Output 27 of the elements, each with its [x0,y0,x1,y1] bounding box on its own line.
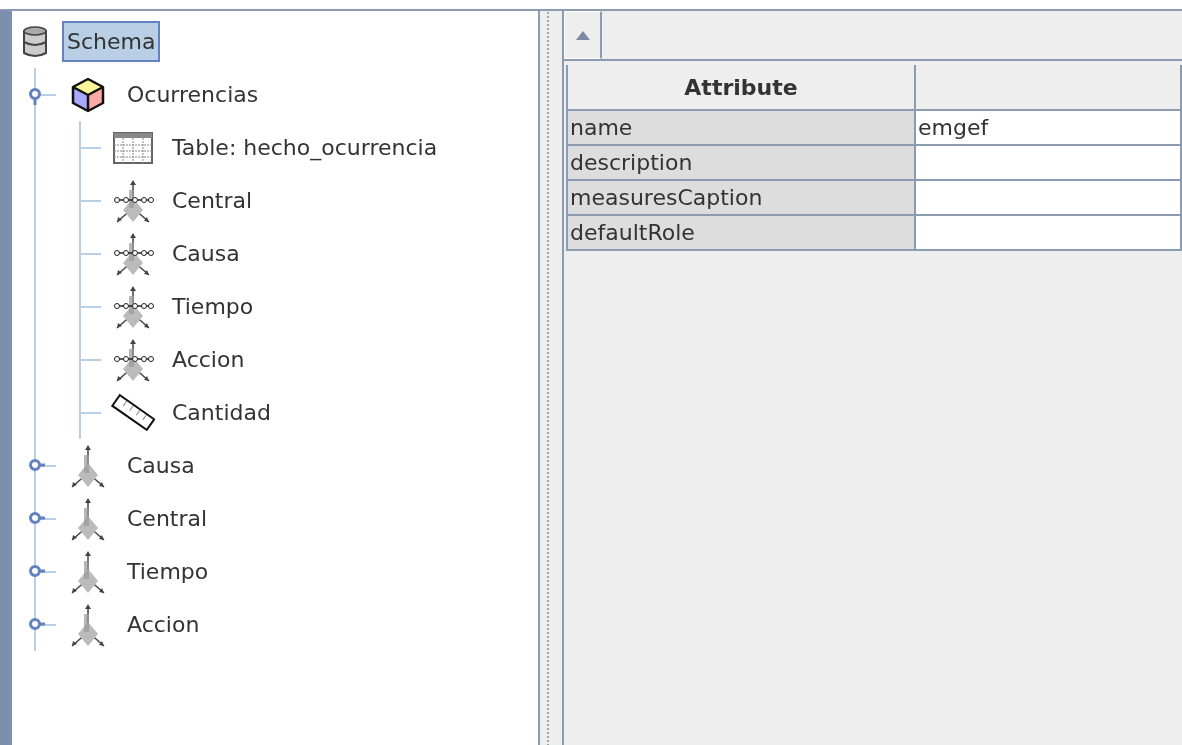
tree-node-label[interactable]: Central [122,498,213,539]
value-cell[interactable]: emgef [915,110,1181,145]
table-icon [113,131,153,164]
tree-node-label[interactable]: Accion [122,604,205,645]
collapse-button[interactable] [564,11,602,59]
attribute-cell: description [567,145,915,180]
tree-node-label[interactable]: Accion [167,339,250,380]
tree-node-label[interactable]: Tiempo [167,286,259,327]
tree-node-label[interactable]: Table: hecho_ocurrencia [167,127,443,168]
database-icon [22,24,48,59]
cube-icon [71,76,105,113]
value-cell[interactable] [915,180,1181,215]
up-triangle-icon [575,30,590,40]
tree-node-label[interactable]: Cantidad [167,392,276,433]
attribute-cell: measuresCaption [567,180,915,215]
attribute-cell: defaultRole [567,215,915,250]
value-cell[interactable] [915,145,1181,180]
tree-node-label[interactable]: Ocurrencias [122,74,264,115]
value-cell[interactable] [915,215,1181,250]
attribute-cell: name [567,110,915,145]
tree-node-label[interactable]: Schema [62,21,161,62]
tree-node-label[interactable]: Tiempo [122,551,214,592]
tree-node-label[interactable]: Causa [167,233,245,274]
tree-node-label[interactable]: Central [167,180,258,221]
splitter-handle[interactable] [540,11,564,745]
tree-node-label[interactable]: Causa [122,445,200,486]
column-header: Attribute [567,65,915,110]
